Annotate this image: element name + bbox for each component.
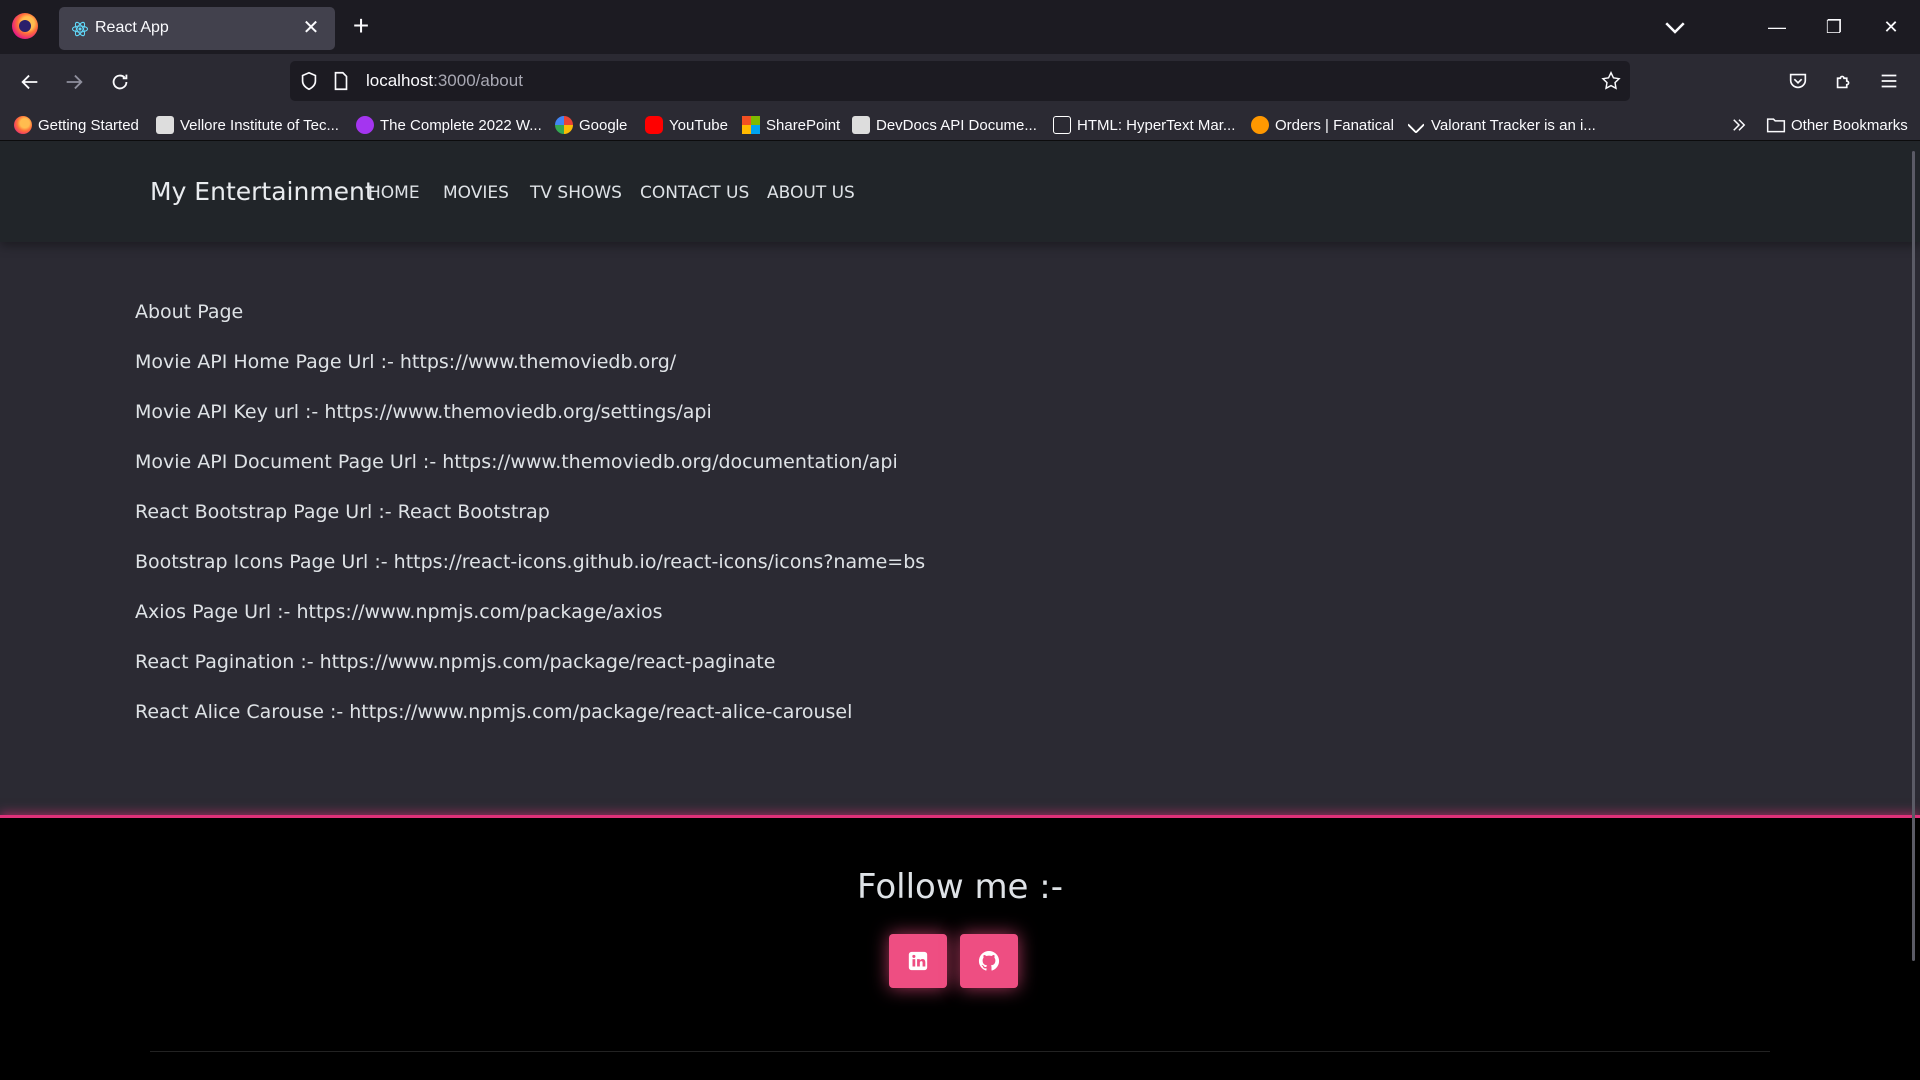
about-line: React Alice Carouse :- https://www.npmjs… <box>135 701 853 723</box>
url-host: localhost <box>366 71 434 90</box>
google-icon <box>555 116 573 134</box>
nav-home[interactable]: HOME <box>368 183 420 203</box>
nav-movies[interactable]: MOVIES <box>443 183 509 203</box>
sharepoint-icon <box>742 116 760 134</box>
vit-icon <box>156 116 174 134</box>
mdn-icon <box>1053 116 1071 134</box>
about-line: Axios Page Url :- https://www.npmjs.com/… <box>135 601 663 623</box>
close-tab-icon[interactable]: ✕ <box>297 14 325 42</box>
footer-title: Follow me :- <box>856 867 1064 907</box>
bookmark-label: DevDocs API Docume... <box>876 116 1037 134</box>
tab-strip: React App ✕ + — ❐ ✕ <box>0 0 1920 54</box>
devdocs-icon <box>852 116 870 134</box>
bookmark-item[interactable]: The Complete 2022 W... <box>356 113 542 137</box>
bookmark-label: Orders | Fanatical <box>1275 116 1394 134</box>
puzzle-icon <box>1836 75 1850 89</box>
new-tab-button[interactable]: + <box>346 12 376 42</box>
forward-button[interactable] <box>56 64 92 100</box>
restore-button[interactable]: ❐ <box>1814 10 1854 44</box>
arrow-left-icon <box>21 74 38 90</box>
about-line: React Pagination :- https://www.npmjs.co… <box>135 651 776 673</box>
tracker-icon <box>1407 116 1425 134</box>
bookmark-item[interactable]: Orders | Fanatical <box>1251 113 1394 137</box>
bookmark-label: Vellore Institute of Tec... <box>180 116 339 134</box>
react-icon <box>71 21 89 37</box>
firefox-icon <box>14 116 32 134</box>
page-title: About Page <box>135 301 244 323</box>
youtube-icon <box>645 116 663 134</box>
other-bookmarks[interactable]: Other Bookmarks <box>1766 113 1908 137</box>
bookmark-item[interactable]: SharePoint <box>742 113 840 137</box>
page-content: My Entertainment HOME MOVIES TV SHOWS CO… <box>0 141 1920 1080</box>
about-line: React Bootstrap Page Url :- React Bootst… <box>135 501 550 523</box>
bookmark-label: Google <box>579 116 628 134</box>
star-icon[interactable] <box>1600 70 1622 92</box>
bookmark-label: HTML: HyperText Mar... <box>1077 116 1236 134</box>
more-bookmarks-button[interactable] <box>1730 113 1748 137</box>
reload-icon <box>112 74 128 90</box>
bookmark-item[interactable]: YouTube <box>645 113 728 137</box>
fanatical-icon <box>1251 116 1269 134</box>
nav-contact-us[interactable]: CONTACT US <box>640 183 749 203</box>
linkedin-button[interactable] <box>889 934 947 988</box>
bookmark-label: The Complete 2022 W... <box>380 116 542 134</box>
tab-react-app[interactable]: React App ✕ <box>59 7 335 50</box>
bookmarks-toolbar: Getting Started Vellore Institute of Tec… <box>0 108 1920 141</box>
bookmark-item[interactable]: Valorant Tracker is an i... <box>1407 113 1596 137</box>
bookmark-label: YouTube <box>669 116 728 134</box>
brand-link[interactable]: My Entertainment <box>150 177 375 206</box>
github-button[interactable] <box>960 934 1018 988</box>
chevron-double-right-icon <box>1733 119 1746 131</box>
nav-about-us[interactable]: ABOUT US <box>767 183 855 203</box>
github-icon <box>978 950 1000 971</box>
minimize-button[interactable]: — <box>1757 10 1797 44</box>
firefox-icon[interactable] <box>12 13 38 39</box>
footer-divider <box>150 1051 1770 1052</box>
reload-button[interactable] <box>102 64 138 100</box>
linkedin-icon <box>908 951 928 971</box>
about-line: Movie API Document Page Url :- https://w… <box>135 451 898 473</box>
back-button[interactable] <box>12 64 48 100</box>
udemy-icon <box>356 116 374 134</box>
folder-icon <box>1766 118 1786 133</box>
scrollbar[interactable] <box>1912 151 1915 961</box>
close-window-button[interactable]: ✕ <box>1871 10 1911 44</box>
shield-icon[interactable] <box>298 70 320 92</box>
hamburger-icon <box>1881 74 1897 88</box>
url-path: :3000/about <box>433 71 523 90</box>
url-text[interactable]: localhost:3000/about <box>366 71 523 91</box>
pocket-button[interactable] <box>1782 65 1814 97</box>
bookmark-item[interactable]: Google <box>555 113 627 137</box>
pocket-icon <box>1789 73 1807 89</box>
extensions-button[interactable] <box>1828 65 1860 97</box>
page-icon[interactable] <box>330 70 352 92</box>
about-line: Movie API Key url :- https://www.themovi… <box>135 401 712 423</box>
arrow-right-icon <box>66 74 83 90</box>
browser-toolbar: localhost:3000/about <box>0 54 1920 108</box>
footer: Follow me :- <box>0 815 1920 1080</box>
bookmark-label: Valorant Tracker is an i... <box>1431 116 1596 134</box>
bookmark-label: Getting Started <box>38 116 139 134</box>
bookmark-item[interactable]: DevDocs API Docume... <box>852 113 1037 137</box>
nav-tv-shows[interactable]: TV SHOWS <box>530 183 622 203</box>
menu-button[interactable] <box>1873 65 1905 97</box>
bookmark-item[interactable]: Vellore Institute of Tec... <box>156 113 339 137</box>
bookmark-item[interactable]: HTML: HyperText Mar... <box>1053 113 1235 137</box>
tab-title: React App <box>95 19 169 36</box>
about-line: Movie API Home Page Url :- https://www.t… <box>135 351 677 373</box>
chevron-down-icon[interactable] <box>1660 12 1690 42</box>
app-navbar: My Entertainment HOME MOVIES TV SHOWS CO… <box>0 141 1920 242</box>
bookmark-label: SharePoint <box>766 116 841 134</box>
about-line: Bootstrap Icons Page Url :- https://reac… <box>135 551 926 573</box>
other-bookmarks-label: Other Bookmarks <box>1791 116 1908 134</box>
url-bar[interactable]: localhost:3000/about <box>290 61 1630 101</box>
bookmark-item[interactable]: Getting Started <box>14 113 139 137</box>
